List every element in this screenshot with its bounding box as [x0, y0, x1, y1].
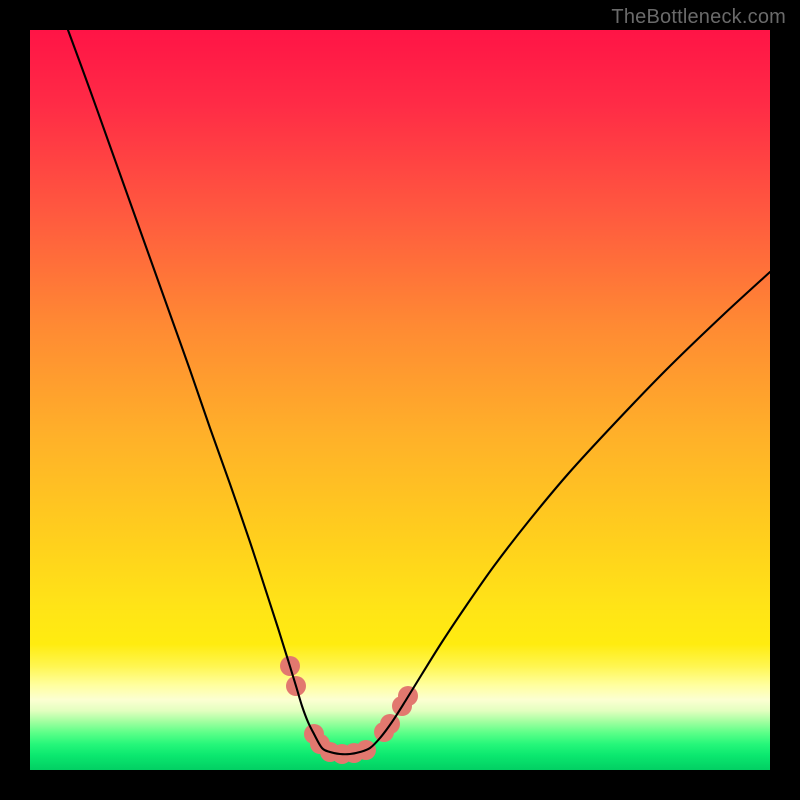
- v-curve: [68, 30, 770, 754]
- chart-frame: TheBottleneck.com: [0, 0, 800, 800]
- plot-area: [30, 30, 770, 770]
- watermark-text: TheBottleneck.com: [611, 6, 786, 29]
- chart-svg: [30, 30, 770, 770]
- markers-group: [280, 656, 418, 764]
